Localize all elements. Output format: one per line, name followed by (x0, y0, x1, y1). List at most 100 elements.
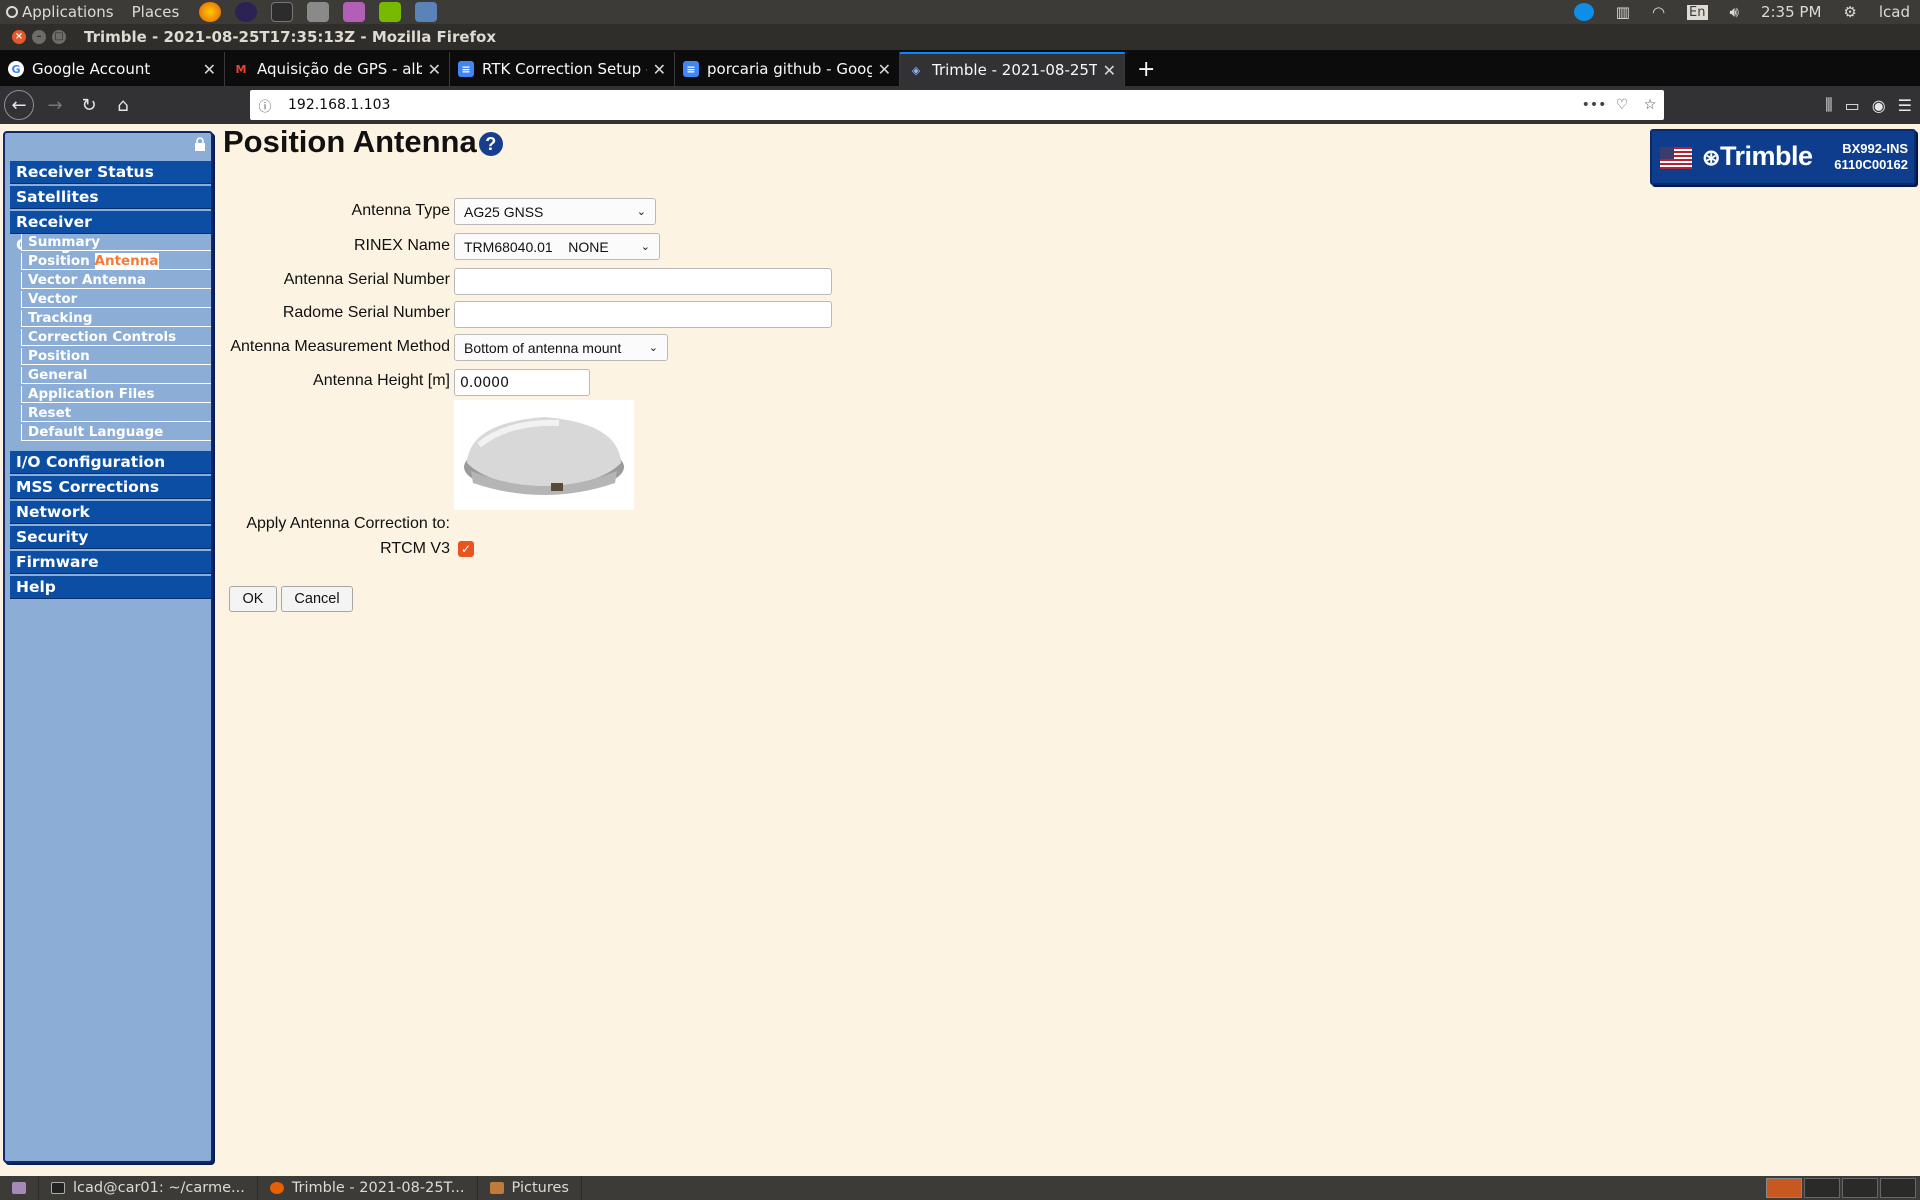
rtcm-v3-label: RTCM V3 (380, 540, 450, 557)
tab-label: porcaria github - Google (707, 60, 872, 78)
home-button[interactable]: ⌂ (106, 95, 140, 116)
sidebar-toggle-icon[interactable]: ▭ (1845, 96, 1860, 115)
sidebar-subitem-summary[interactable]: Summary (21, 234, 211, 251)
sidebar-item-io-configuration[interactable]: I/O Configuration (10, 451, 211, 474)
rtcm-v3-checkbox[interactable]: ✓ (458, 541, 474, 557)
window-title: Trimble - 2021-08-25T17:35:13Z - Mozilla… (84, 28, 497, 46)
sidebar-subitem-position[interactable]: Position (21, 348, 211, 365)
workspace-1[interactable] (1766, 1178, 1802, 1198)
new-tab-button[interactable]: + (1125, 57, 1167, 86)
radome-serial-input[interactable] (454, 301, 832, 328)
antenna-height-input[interactable]: 0.0000 (454, 369, 590, 396)
calculator-launcher-icon[interactable] (307, 2, 330, 22)
sidebar-item-receiver-configuration[interactable]: Receiver Configuration (10, 211, 211, 254)
sidebar-item-network-configuration[interactable]: Network Configuration (10, 501, 211, 544)
library-icon[interactable]: ⫼ (1825, 95, 1832, 115)
serial-number: 6110C00162 (1834, 157, 1908, 172)
reload-button[interactable]: ↻ (72, 95, 106, 116)
antenna-type-select[interactable]: AG25 GNSS ⌄ (454, 198, 656, 225)
app-indicator-icon[interactable]: ▥ (1616, 3, 1630, 21)
tab-close-icon[interactable]: ✕ (653, 60, 666, 79)
antenna-type-label: Antenna Type (351, 202, 450, 219)
tab-close-icon[interactable]: ✕ (1103, 61, 1116, 80)
sidebar-subitem-vector-antenna[interactable]: Vector Antenna (21, 272, 211, 289)
sidebar-subitem-tracking[interactable]: Tracking (21, 310, 211, 327)
window-title-bar: × – □ Trimble - 2021-08-25T17:35:13Z - M… (0, 24, 1920, 50)
volume-icon[interactable]: 🔊︎ (1730, 3, 1739, 21)
url-bar[interactable]: ⓘ 192.168.1.103 ••• ♡ ☆ (250, 90, 1664, 120)
tab-rtk-correction[interactable]: ≡ RTK Correction Setup - G ✕ (450, 52, 675, 86)
tab-google-account[interactable]: G Google Account ✕ (0, 52, 225, 86)
workspace-2[interactable] (1804, 1178, 1840, 1198)
screenshot-launcher-icon[interactable] (415, 2, 438, 22)
back-button[interactable]: ← (4, 90, 34, 120)
firefox-icon (269, 1182, 284, 1194)
sidebar-item-receiver-status[interactable]: Receiver Status (10, 161, 211, 184)
lock-icon[interactable] (193, 137, 207, 151)
teamviewer-icon[interactable] (1573, 3, 1594, 21)
ok-button[interactable]: OK (229, 586, 277, 612)
image-viewer-launcher-icon[interactable] (343, 2, 366, 22)
sidebar-subitem-reset[interactable]: Reset (21, 405, 211, 422)
help-icon[interactable]: ? (478, 131, 503, 156)
nvidia-launcher-icon[interactable] (379, 2, 402, 22)
tab-close-icon[interactable]: ✕ (428, 60, 441, 79)
sidebar-subitem-default-language[interactable]: Default Language (21, 424, 211, 441)
terminal-launcher-icon[interactable] (271, 2, 294, 22)
page-title: Position Antenna? (223, 124, 503, 160)
settings-gear-icon[interactable]: ⚙ (1843, 3, 1856, 21)
antenna-serial-input[interactable] (454, 268, 832, 295)
pocket-icon[interactable]: ♡ (1608, 97, 1636, 113)
applications-menu[interactable]: Applications (22, 3, 114, 21)
sidebar-item-mss-corrections[interactable]: MSS Corrections (10, 476, 211, 499)
bookmark-star-icon[interactable]: ☆ (1636, 97, 1664, 113)
cancel-button[interactable]: Cancel (281, 586, 353, 612)
sidebar-item-firmware[interactable]: Firmware (10, 551, 211, 574)
workspace-4[interactable] (1880, 1178, 1916, 1198)
eclipse-launcher-icon[interactable] (235, 2, 258, 22)
page-title-text: Position Antenna (223, 124, 477, 159)
site-info-icon[interactable]: ⓘ (250, 96, 280, 115)
workspace-switcher[interactable] (1766, 1178, 1920, 1198)
window-close-button[interactable]: × (12, 30, 26, 44)
sidebar-subitem-position-antenna[interactable]: Position Antenna (21, 253, 211, 270)
taskbar-item-label: lcad@car01: ~/carme... (73, 1180, 245, 1196)
sidebar-subitem-vector[interactable]: Vector (21, 291, 211, 308)
sidebar-subitem-application-files[interactable]: Application Files (21, 386, 211, 403)
tab-gmail[interactable]: M Aquisição de GPS - alber ✕ (225, 52, 450, 86)
show-desktop-button[interactable] (0, 1176, 39, 1200)
clock[interactable]: 2:35 PM (1761, 3, 1821, 21)
url-text[interactable]: 192.168.1.103 (280, 97, 1580, 113)
tab-trimble[interactable]: ◈ Trimble - 2021-08-25T17:3 ✕ (900, 52, 1125, 86)
antenna-type-value: AG25 GNSS (464, 203, 544, 220)
workspace-3[interactable] (1842, 1178, 1878, 1198)
wifi-icon[interactable]: ◠ (1652, 3, 1665, 21)
user-name[interactable]: lcad (1879, 3, 1910, 21)
sidebar-subitem-label-part2: Antenna (94, 253, 159, 269)
window-minimize-button[interactable]: – (32, 30, 46, 44)
keyboard-layout-indicator[interactable]: En (1687, 4, 1708, 20)
chevron-down-icon: ⌄ (648, 342, 658, 354)
page-actions-icon[interactable]: ••• (1580, 97, 1608, 113)
sidebar-subitem-general[interactable]: General (21, 367, 211, 384)
tab-close-icon[interactable]: ✕ (203, 60, 216, 79)
rinex-name-select[interactable]: TRM68040.01 NONE ⌄ (454, 233, 660, 260)
sidebar-item-satellites[interactable]: Satellites (10, 186, 211, 209)
trimble-icon: ◈ (911, 63, 921, 77)
taskbar-item-pictures[interactable]: Pictures (478, 1176, 582, 1200)
menu-icon[interactable]: ☰ (1898, 96, 1912, 115)
window-maximize-button[interactable]: □ (52, 30, 66, 44)
tab-close-icon[interactable]: ✕ (878, 60, 891, 79)
firefox-launcher-icon[interactable] (199, 2, 222, 22)
forward-button[interactable]: → (38, 95, 72, 116)
taskbar-item-terminal[interactable]: lcad@car01: ~/carme... (39, 1176, 258, 1200)
sidebar-item-help[interactable]: Help (10, 576, 211, 599)
taskbar-item-firefox[interactable]: Trimble - 2021-08-25T... (258, 1176, 478, 1200)
sidebar-nav: Receiver Status Satellites Receiver Conf… (3, 131, 213, 1163)
tab-porcaria-github[interactable]: ≡ porcaria github - Google ✕ (675, 52, 900, 86)
sidebar-item-security[interactable]: Security (10, 526, 211, 549)
measurement-method-select[interactable]: Bottom of antenna mount ⌄ (454, 334, 668, 361)
sidebar-subitem-correction-controls[interactable]: Correction Controls (21, 329, 211, 346)
account-icon[interactable]: ◉ (1872, 96, 1886, 115)
places-menu[interactable]: Places (132, 3, 180, 21)
